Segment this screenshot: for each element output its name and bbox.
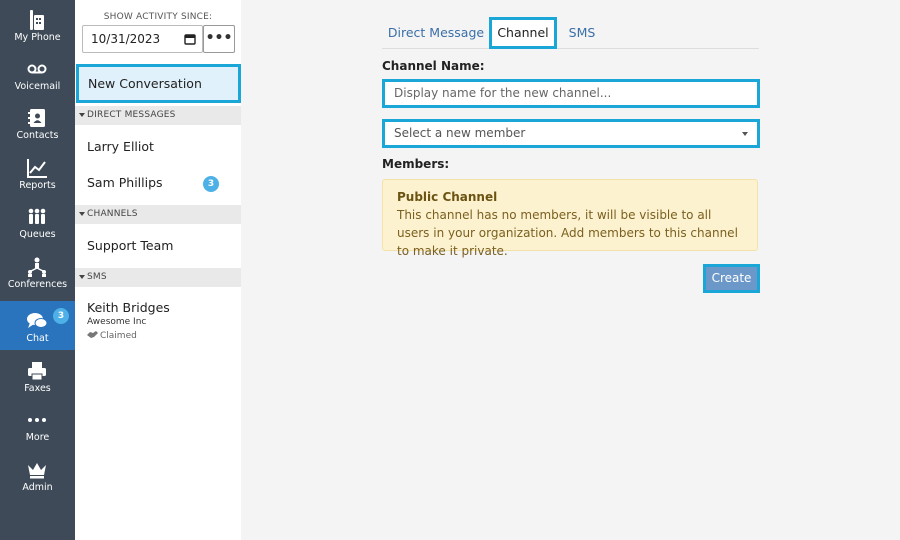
channel-name-input[interactable]: Display name for the new channel...: [382, 79, 760, 108]
nav-label: Faxes: [24, 383, 51, 394]
section-title: SMS: [87, 272, 107, 282]
queues-icon: [28, 208, 46, 224]
member-select[interactable]: Select a new member: [382, 119, 760, 148]
nav-item-queues[interactable]: Queues: [0, 197, 75, 246]
nav-label: Chat: [26, 333, 49, 344]
section-channels[interactable]: CHANNELS: [75, 205, 241, 224]
section-sms[interactable]: SMS: [75, 268, 241, 287]
nav-label: More: [25, 432, 50, 443]
nav-item-more[interactable]: More: [0, 400, 75, 449]
conversation-sidebar: SHOW ACTIVITY SINCE: 10/31/2023 ••• New …: [75, 0, 241, 540]
date-value: 10/31/2023: [91, 32, 161, 46]
voicemail-icon: [27, 64, 47, 74]
nav-item-my-phone[interactable]: My Phone: [0, 0, 75, 49]
claimed-status: Claimed: [87, 330, 137, 341]
nav-label: Voicemail: [14, 81, 61, 92]
nav-label: Queues: [19, 229, 56, 240]
tab-direct-message[interactable]: Direct Message: [386, 17, 486, 49]
conversation-item[interactable]: Larry Elliot: [87, 139, 154, 154]
nav-label: Contacts: [16, 130, 59, 141]
new-conversation-button[interactable]: New Conversation: [76, 64, 241, 103]
nav-item-conferences[interactable]: Conferences: [0, 247, 75, 296]
nav-label: Admin: [22, 482, 53, 493]
crown-icon: [28, 463, 46, 479]
claimed-label: Claimed: [100, 331, 137, 341]
tab-channel[interactable]: Channel: [489, 17, 557, 49]
create-button[interactable]: Create: [703, 264, 760, 293]
unread-badge: 3: [203, 176, 219, 192]
notice-body: This channel has no members, it will be …: [397, 208, 738, 258]
fax-icon: [28, 362, 46, 381]
chat-icon: [27, 313, 48, 328]
section-title: DIRECT MESSAGES: [87, 110, 176, 120]
member-select-value: Select a new member: [394, 126, 526, 140]
nav-item-reports[interactable]: Reports: [0, 148, 75, 197]
conversation-item[interactable]: Support Team: [87, 238, 173, 253]
public-channel-notice: Public Channel This channel has no membe…: [382, 179, 758, 258]
nav-label: My Phone: [14, 32, 61, 43]
more-options-button[interactable]: •••: [203, 25, 235, 53]
nav-item-admin[interactable]: Admin: [0, 450, 75, 499]
main-panel: Direct Message Channel SMS Channel Name:…: [241, 0, 900, 540]
caret-down-icon: [742, 132, 748, 136]
conversation-company: Awesome Inc: [87, 317, 147, 327]
notice-title: Public Channel: [397, 190, 498, 204]
nav-item-voicemail[interactable]: Voicemail: [0, 49, 75, 98]
more-dots-icon: [28, 418, 46, 422]
reports-icon: [27, 159, 47, 178]
nav-item-contacts[interactable]: Contacts: [0, 98, 75, 147]
tab-sms[interactable]: SMS: [563, 17, 601, 49]
members-label: Members:: [382, 157, 450, 171]
channel-name-label: Channel Name:: [382, 59, 485, 73]
contacts-icon: [28, 109, 45, 127]
activity-since-label: SHOW ACTIVITY SINCE:: [103, 12, 213, 22]
conversation-item[interactable]: Keith Bridges: [87, 300, 170, 315]
conversation-item[interactable]: Sam Phillips: [87, 175, 163, 190]
nav-rail: My Phone Voicemail Contacts Reports Queu…: [0, 0, 75, 540]
nav-label: Conferences: [7, 279, 68, 290]
nav-item-chat[interactable]: 3 Chat: [0, 301, 75, 350]
section-title: CHANNELS: [87, 209, 138, 219]
nav-item-faxes[interactable]: Faxes: [0, 351, 75, 400]
section-direct-messages[interactable]: DIRECT MESSAGES: [75, 106, 241, 125]
activity-date-input[interactable]: 10/31/2023: [82, 25, 203, 53]
caret-down-icon: [79, 275, 85, 279]
phone-icon: [30, 10, 44, 30]
nav-label: Reports: [19, 180, 56, 191]
chat-badge: 3: [53, 308, 69, 324]
calendar-icon[interactable]: [184, 33, 196, 45]
caret-down-icon: [79, 212, 85, 216]
conferences-icon: [28, 257, 46, 277]
caret-down-icon: [79, 113, 85, 117]
handshake-icon: [87, 331, 98, 338]
